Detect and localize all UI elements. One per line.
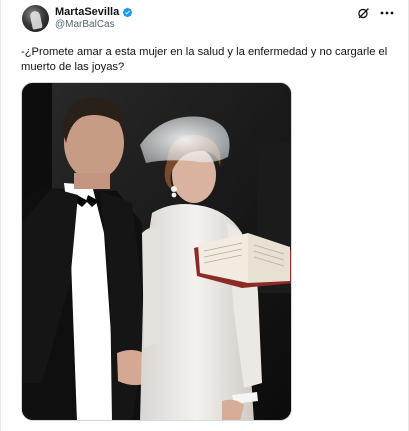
tweet-card: MartaSevilla @MarBalCas -¿Promete amar a…	[0, 0, 409, 431]
tweet-text: -¿Promete amar a esta mujer en la salud …	[21, 46, 388, 73]
user-handle[interactable]: @MarBalCas	[55, 19, 115, 30]
tweet-photo[interactable]	[21, 82, 292, 421]
display-name[interactable]: MartaSevilla	[55, 6, 119, 18]
avatar[interactable]	[22, 5, 49, 32]
wedding-photo-illustration	[22, 83, 291, 420]
avatar-figure	[29, 10, 43, 30]
grok-icon[interactable]	[356, 6, 370, 20]
verified-badge-icon	[123, 7, 133, 17]
more-icon[interactable]	[380, 6, 394, 20]
author-name-row: MartaSevilla	[55, 6, 133, 18]
header-actions	[356, 6, 394, 20]
